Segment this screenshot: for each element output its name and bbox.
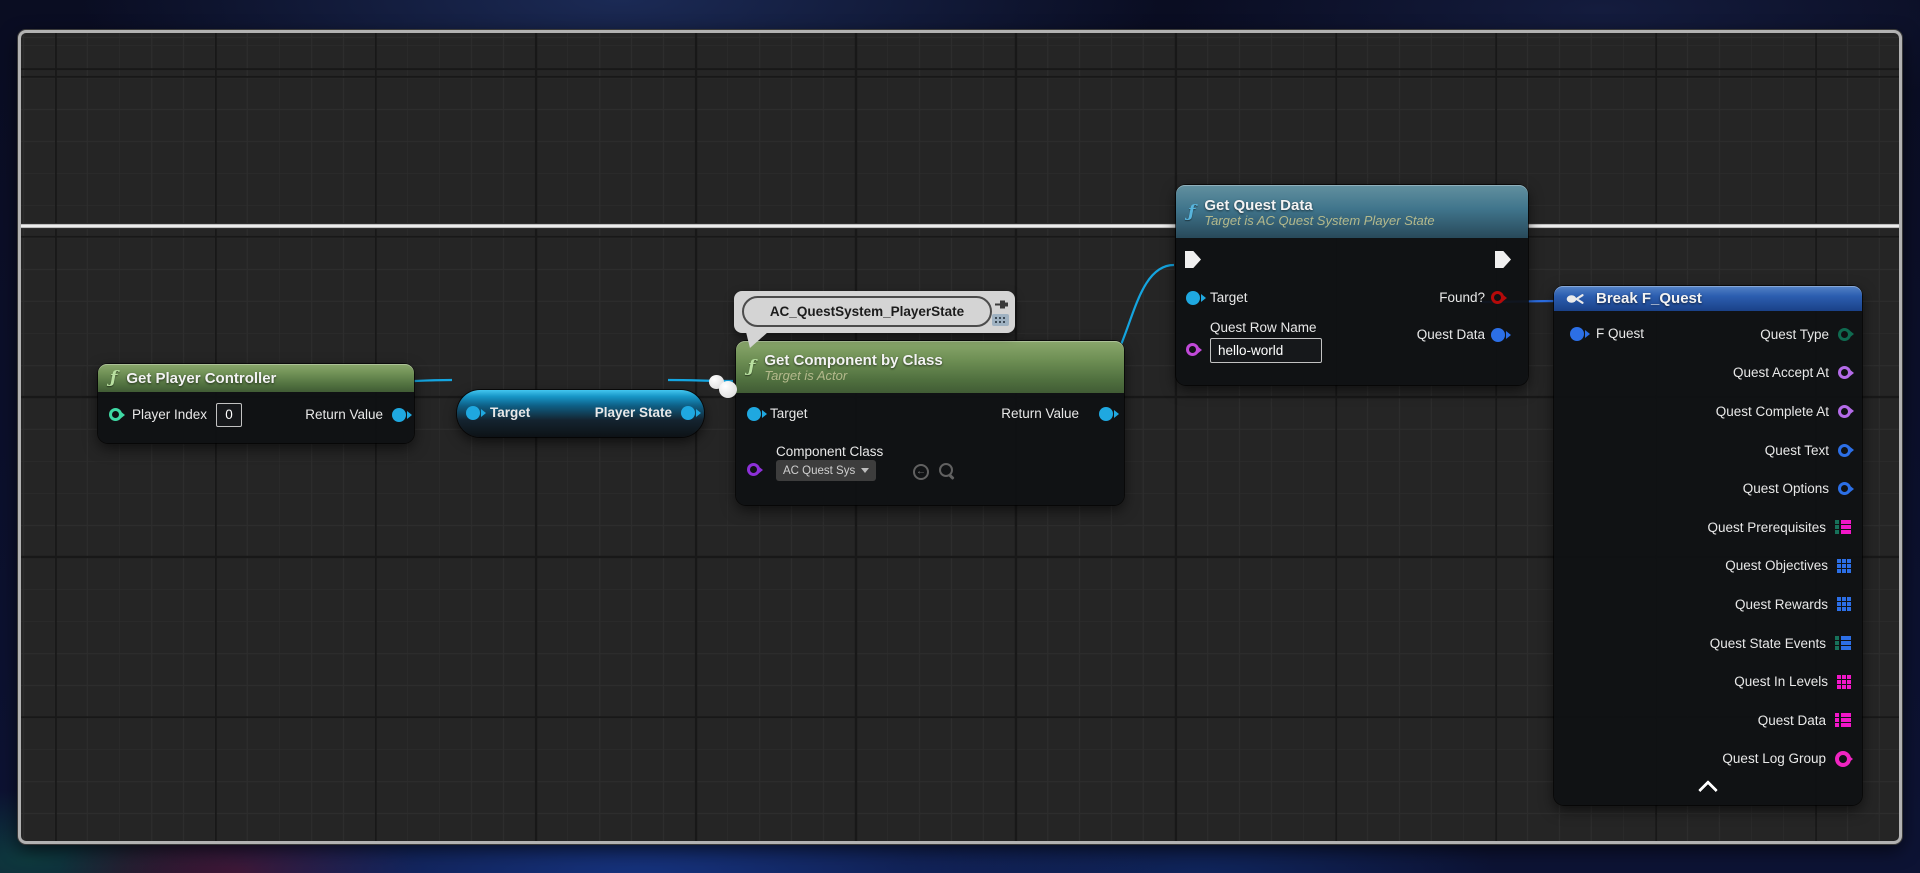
- comment-text[interactable]: AC_QuestSystem_PlayerState: [742, 296, 992, 327]
- search-icon[interactable]: [939, 463, 953, 477]
- comment-bubbles-icon[interactable]: [709, 373, 741, 401]
- component-class-label: Component Class: [776, 444, 884, 459]
- chevron-up-icon[interactable]: [1698, 780, 1718, 800]
- pushpin-icon[interactable]: [995, 298, 1010, 311]
- output-label: Quest Objectives: [1725, 558, 1828, 574]
- output-label: Quest Complete At: [1715, 403, 1829, 419]
- chevron-down-icon: [861, 468, 869, 473]
- return-value-pin[interactable]: [1099, 407, 1113, 421]
- dropdown-value: AC Quest Systen: [783, 464, 855, 477]
- break-output-row: Quest Options: [1554, 469, 1862, 508]
- output-pin[interactable]: [1835, 713, 1851, 727]
- output-pin[interactable]: [1837, 674, 1851, 689]
- break-output-row: Quest State Events: [1554, 624, 1862, 663]
- target-pin[interactable]: [466, 406, 480, 420]
- output-label: Quest Type: [1760, 326, 1829, 342]
- break-output-row: Quest Complete At: [1554, 392, 1862, 431]
- found-pin[interactable]: [1491, 291, 1504, 304]
- node-get-component-by-class[interactable]: ƒ Get Component by Class Target is Actor…: [736, 341, 1124, 505]
- player-state-pin[interactable]: [681, 406, 695, 420]
- break-output-list: Quest Type Quest Accept At Quest Complet…: [1554, 315, 1862, 778]
- output-pin[interactable]: [1838, 327, 1851, 341]
- node-get-quest-data[interactable]: ƒ Get Quest Data Target is AC Quest Syst…: [1176, 185, 1528, 385]
- player-index-pin[interactable]: [109, 408, 122, 421]
- function-icon: ƒ: [110, 368, 118, 388]
- output-label: Quest Options: [1742, 481, 1829, 497]
- output-pin[interactable]: [1838, 443, 1851, 457]
- break-output-row: Quest Objectives: [1554, 547, 1862, 586]
- target-pin[interactable]: [1186, 291, 1200, 305]
- output-pin[interactable]: [1838, 366, 1851, 380]
- function-icon: ƒ: [748, 357, 756, 377]
- found-label: Found?: [1439, 290, 1485, 305]
- break-output-row: Quest Accept At: [1554, 354, 1862, 393]
- exec-out-pin[interactable]: [1495, 251, 1511, 268]
- output-label: Quest In Levels: [1734, 674, 1828, 690]
- output-label: Quest State Events: [1709, 635, 1826, 651]
- quest-row-name-label: Quest Row Name: [1210, 320, 1317, 335]
- break-output-row: Quest In Levels: [1554, 662, 1862, 701]
- exec-in-pin[interactable]: [1185, 251, 1201, 268]
- player-index-input[interactable]: 0: [216, 403, 242, 427]
- node-break-f-quest[interactable]: Break F_Quest F Quest Quest Type Quest A…: [1554, 286, 1862, 805]
- player-state-label: Player State: [594, 405, 672, 420]
- break-output-row: Quest Prerequisites: [1554, 508, 1862, 547]
- output-pin[interactable]: [1838, 404, 1851, 418]
- node-title: Break F_Quest: [1596, 290, 1702, 307]
- quest-data-pin[interactable]: [1491, 328, 1505, 342]
- break-struct-icon: [1566, 293, 1584, 304]
- node-get-player-controller[interactable]: ƒ Get Player Controller Player Index 0 R…: [98, 364, 414, 443]
- node-subtitle: Target is AC Quest System Player State: [1204, 212, 1435, 228]
- return-value-label: Return Value: [305, 407, 383, 422]
- output-label: Quest Data: [1757, 712, 1826, 728]
- output-pin[interactable]: [1837, 597, 1851, 611]
- output-pin[interactable]: [1838, 482, 1851, 496]
- graph-canvas[interactable]: ƒ Get Player Controller Player Index 0 R…: [18, 30, 1902, 844]
- component-class-pin[interactable]: [747, 463, 760, 476]
- node-subtitle: Target is Actor: [764, 368, 848, 383]
- node-header[interactable]: ƒ Get Component by Class Target is Actor: [736, 341, 1124, 393]
- output-label: Quest Log Group: [1722, 751, 1826, 767]
- output-label: Quest Prerequisites: [1707, 519, 1826, 535]
- break-output-row: Quest Log Group: [1554, 740, 1862, 779]
- target-label: Target: [770, 406, 808, 421]
- output-label: Quest Text: [1764, 442, 1829, 458]
- break-output-row: Quest Data: [1554, 701, 1862, 740]
- quest-row-name-input[interactable]: hello-world: [1210, 338, 1322, 363]
- output-pin[interactable]: [1837, 558, 1851, 573]
- node-header[interactable]: ƒ Get Player Controller: [98, 364, 414, 392]
- break-output-row: Quest Type: [1554, 315, 1862, 354]
- node-get-player-state[interactable]: Target Player State: [457, 390, 704, 437]
- target-label: Target: [1210, 290, 1248, 305]
- player-index-label: Player Index: [132, 407, 208, 422]
- function-icon: ƒ: [1188, 201, 1196, 222]
- output-label: Quest Rewards: [1734, 596, 1828, 612]
- output-pin[interactable]: [1835, 636, 1851, 650]
- target-label: Target: [490, 405, 531, 420]
- use-asset-icon[interactable]: ←: [913, 464, 929, 480]
- output-label: Quest Accept At: [1732, 365, 1829, 381]
- node-title: Get Component by Class: [764, 352, 943, 369]
- quest-data-label: Quest Data: [1416, 327, 1485, 342]
- collapse-row: [1554, 780, 1862, 800]
- output-pin[interactable]: [1835, 750, 1851, 767]
- output-pin[interactable]: [1835, 520, 1851, 534]
- component-class-dropdown[interactable]: AC Quest Systen: [776, 460, 876, 481]
- node-title: Get Quest Data: [1204, 196, 1313, 214]
- break-output-row: Quest Rewards: [1554, 585, 1862, 624]
- break-output-row: Quest Text: [1554, 431, 1862, 470]
- return-value-pin[interactable]: [392, 408, 406, 422]
- return-value-label: Return Value: [1001, 406, 1079, 421]
- target-pin[interactable]: [747, 407, 761, 421]
- node-title: Get Player Controller: [126, 370, 277, 387]
- node-header[interactable]: Break F_Quest: [1554, 286, 1862, 311]
- node-comment-bubble[interactable]: AC_QuestSystem_PlayerState: [734, 291, 1015, 348]
- node-header[interactable]: ƒ Get Quest Data Target is AC Quest Syst…: [1176, 185, 1528, 238]
- bubble-color-icon[interactable]: [992, 314, 1009, 326]
- quest-row-name-pin[interactable]: [1186, 343, 1199, 356]
